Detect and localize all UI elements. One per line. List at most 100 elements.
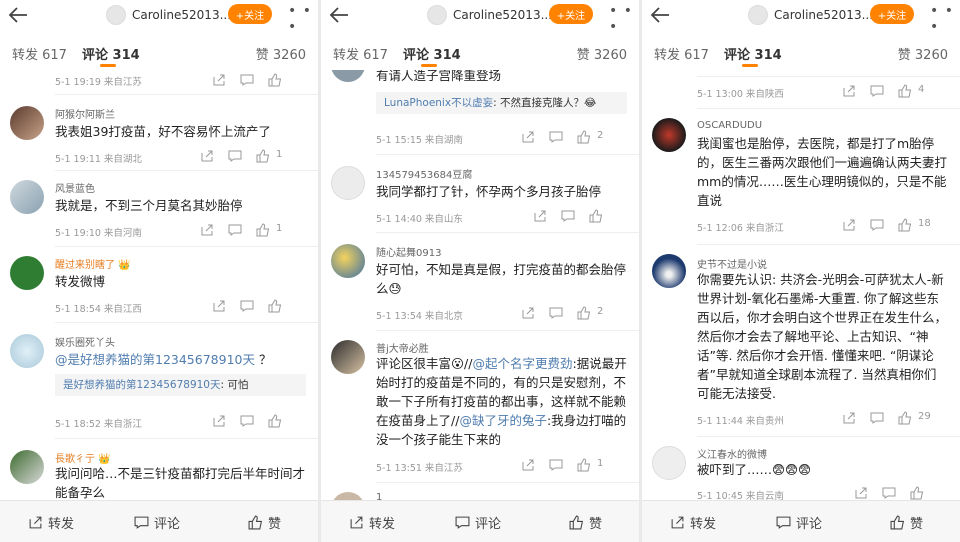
share-icon[interactable]	[842, 411, 856, 425]
quoted-reply[interactable]: 是好想养猫的第12345678910天: 可怕	[55, 374, 306, 396]
like-button[interactable]: 赞	[890, 513, 923, 532]
like-icon[interactable]	[268, 73, 282, 87]
share-icon[interactable]	[854, 486, 868, 500]
author-name[interactable]: Caroline52013...	[453, 8, 552, 22]
comment-icon[interactable]	[549, 306, 563, 320]
like-icon[interactable]	[589, 209, 603, 223]
author-avatar[interactable]	[106, 5, 126, 25]
comment-icon[interactable]	[549, 458, 563, 472]
like-icon[interactable]	[577, 306, 591, 320]
like-icon[interactable]	[577, 130, 591, 144]
comment-list[interactable]: 5-1 19:19 来自江苏 阿猴尔阿斯兰 我表姐39打疫苗，好不容易怀上流产了…	[0, 70, 318, 500]
repost-button[interactable]: 转发	[670, 513, 716, 532]
commenter-name[interactable]: 义江春水的微博	[697, 446, 767, 461]
commenter-name[interactable]: 長歌彳亍 👑	[55, 450, 111, 465]
tab-repost[interactable]: 转发 617	[333, 44, 388, 63]
like-icon[interactable]	[577, 458, 591, 472]
back-arrow-icon[interactable]	[327, 3, 351, 27]
like-icon[interactable]	[898, 411, 912, 425]
tab-like[interactable]: 赞 3260	[577, 44, 627, 63]
share-icon[interactable]	[842, 218, 856, 232]
share-icon[interactable]	[200, 149, 214, 163]
tab-repost[interactable]: 转发 617	[12, 44, 67, 63]
author-info[interactable]: Caroline52013...	[427, 5, 552, 25]
commenter-name[interactable]: 普j大帝必胜	[376, 340, 429, 355]
comment-icon[interactable]	[228, 223, 242, 237]
tab-comment[interactable]: 评论 314	[724, 44, 782, 63]
mention-link[interactable]: @缺了牙的兔子	[459, 413, 547, 428]
comment-button[interactable]: 评论	[134, 513, 180, 532]
commenter-avatar[interactable]	[652, 254, 686, 288]
back-arrow-icon[interactable]	[648, 3, 672, 27]
commenter-avatar[interactable]	[10, 334, 44, 368]
share-icon[interactable]	[842, 84, 856, 98]
share-icon[interactable]	[533, 209, 547, 223]
share-icon[interactable]	[212, 299, 226, 313]
share-icon[interactable]	[212, 73, 226, 87]
tab-comment[interactable]: 评论 314	[82, 44, 140, 63]
commenter-name[interactable]: 134579453684豆腐	[376, 166, 472, 181]
commenter-name[interactable]: 阿猴尔阿斯兰	[55, 106, 115, 121]
commenter-name[interactable]: 醒过来别瞎了 👑	[55, 256, 131, 271]
author-avatar[interactable]	[427, 5, 447, 25]
share-icon[interactable]	[521, 130, 535, 144]
commenter-avatar[interactable]	[652, 118, 686, 152]
like-icon[interactable]	[898, 218, 912, 232]
commenter-avatar[interactable]	[331, 244, 365, 278]
follow-button[interactable]: +关注	[870, 4, 914, 24]
commenter-name[interactable]: 随心起舞0913	[376, 244, 441, 259]
more-icon[interactable]: • • •	[288, 3, 318, 35]
comment-icon[interactable]	[870, 218, 884, 232]
comment-icon[interactable]	[882, 486, 896, 500]
like-icon[interactable]	[268, 299, 282, 313]
like-icon[interactable]	[898, 84, 912, 98]
commenter-avatar[interactable]	[10, 106, 44, 140]
commenter-avatar[interactable]	[331, 492, 365, 500]
tab-like[interactable]: 赞 3260	[256, 44, 306, 63]
tab-repost[interactable]: 转发 617	[654, 44, 709, 63]
comment-icon[interactable]	[240, 414, 254, 428]
mention-link[interactable]: @起个名字更费劲	[472, 356, 572, 371]
commenter-avatar[interactable]	[331, 340, 365, 374]
comment-icon[interactable]	[240, 73, 254, 87]
commenter-avatar[interactable]	[331, 166, 365, 200]
comment-button[interactable]: 评论	[776, 513, 822, 532]
back-arrow-icon[interactable]	[6, 3, 30, 27]
commenter-name[interactable]: 1	[376, 492, 382, 500]
more-icon[interactable]: • • •	[930, 3, 960, 35]
repost-button[interactable]: 转发	[349, 513, 395, 532]
share-icon[interactable]	[521, 458, 535, 472]
mention-link[interactable]: @是好想养猫的第12345678910天	[55, 352, 255, 367]
commenter-avatar[interactable]	[331, 70, 365, 82]
like-icon[interactable]	[256, 149, 270, 163]
follow-button[interactable]: +关注	[228, 4, 272, 24]
comment-icon[interactable]	[549, 130, 563, 144]
commenter-name[interactable]: 娱乐圈死丫头	[55, 334, 115, 349]
share-icon[interactable]	[200, 223, 214, 237]
author-avatar[interactable]	[748, 5, 768, 25]
comment-list[interactable]: 5-1 13:00 来自陕西 4 OSCARDUDU 我闺蜜也是胎停，去医院，都…	[642, 70, 960, 500]
comment-icon[interactable]	[870, 411, 884, 425]
commenter-avatar[interactable]	[10, 180, 44, 214]
share-icon[interactable]	[212, 414, 226, 428]
author-name[interactable]: Caroline52013...	[774, 8, 873, 22]
author-info[interactable]: Caroline52013...	[748, 5, 873, 25]
comment-icon[interactable]	[240, 299, 254, 313]
commenter-name[interactable]: OSCARDUDU	[697, 120, 762, 131]
author-name[interactable]: Caroline52013...	[132, 8, 231, 22]
quoted-user-link[interactable]: LunaPhoenix不以虚妄	[384, 97, 493, 109]
comment-icon[interactable]	[561, 209, 575, 223]
like-icon[interactable]	[256, 223, 270, 237]
tab-comment[interactable]: 评论 314	[403, 44, 461, 63]
commenter-avatar[interactable]	[10, 450, 44, 484]
quoted-user-link[interactable]: 是好想养猫的第12345678910天	[63, 379, 220, 391]
quoted-reply[interactable]: LunaPhoenix不以虚妄: 不然直接克隆人？😂	[376, 92, 627, 114]
comment-button[interactable]: 评论	[455, 513, 501, 532]
like-button[interactable]: 赞	[569, 513, 602, 532]
like-button[interactable]: 赞	[248, 513, 281, 532]
commenter-avatar[interactable]	[652, 446, 686, 480]
commenter-avatar[interactable]	[10, 256, 44, 290]
comment-icon[interactable]	[228, 149, 242, 163]
commenter-name[interactable]: 史节不过是小说	[697, 256, 767, 271]
commenter-name[interactable]: 风景蓝色	[55, 180, 95, 195]
